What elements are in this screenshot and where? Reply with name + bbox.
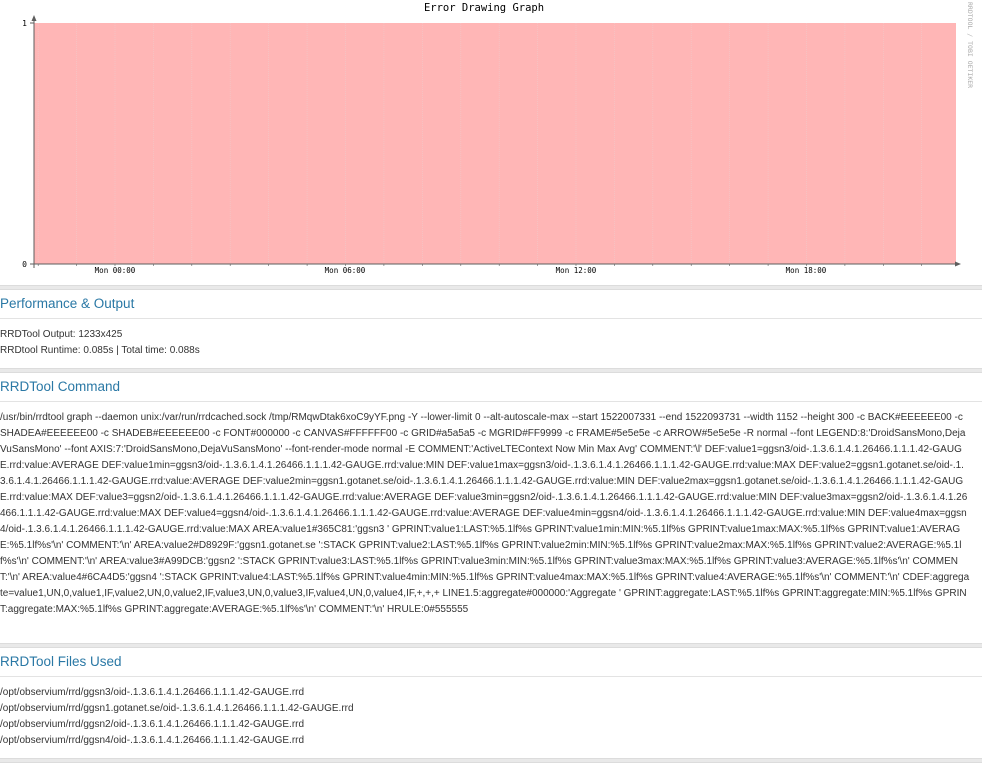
rrdtool-command-text: /usr/bin/rrdtool graph --daemon unix:/va… bbox=[0, 412, 970, 615]
files-header: RRDTool Files Used bbox=[0, 648, 982, 677]
y-axis-arrow-icon bbox=[31, 15, 37, 21]
command-title: RRDTool Command bbox=[0, 379, 121, 394]
x-tick-label: Mon 12:00 bbox=[556, 266, 597, 275]
rrdtool-runtime: RRDtool Runtime: 0.085s | Total time: 0.… bbox=[0, 345, 200, 356]
x-tick-label: Mon 18:00 bbox=[786, 266, 827, 275]
performance-title: Performance & Output bbox=[0, 296, 135, 311]
error-area bbox=[34, 23, 956, 264]
file-item: /opt/observium/rrd/ggsn1.gotanet.se/oid-… bbox=[0, 703, 354, 714]
file-item: /opt/observium/rrd/ggsn3/oid-.1.3.6.1.4.… bbox=[0, 687, 305, 698]
y-tick-label: 0 bbox=[22, 260, 27, 269]
section-separator bbox=[0, 758, 982, 763]
error-graph: Error Drawing Graph 1 0 Mon 00:00 Mon 06… bbox=[22, 2, 974, 275]
y-tick-label: 1 bbox=[22, 19, 27, 28]
performance-body: RRDTool Output: 1233x425 RRDtool Runtime… bbox=[0, 327, 982, 359]
x-tick-label: Mon 00:00 bbox=[95, 266, 136, 275]
graph-title: Error Drawing Graph bbox=[424, 2, 544, 14]
files-list: /opt/observium/rrd/ggsn3/oid-.1.3.6.1.4.… bbox=[0, 685, 982, 749]
file-item: /opt/observium/rrd/ggsn2/oid-.1.3.6.1.4.… bbox=[0, 719, 305, 730]
rrdtool-output: RRDTool Output: 1233x425 bbox=[0, 329, 123, 340]
rrdtool-watermark: RRDTOOL / TOBI OETIKER bbox=[966, 2, 974, 88]
graph-image: Error Drawing Graph 1 0 Mon 00:00 Mon 06… bbox=[0, 0, 982, 284]
file-item: /opt/observium/rrd/ggsn4/oid-.1.3.6.1.4.… bbox=[0, 735, 305, 746]
x-tick-label: Mon 06:00 bbox=[325, 266, 366, 275]
performance-header: Performance & Output bbox=[0, 290, 982, 319]
x-axis-arrow-icon bbox=[955, 261, 961, 267]
files-title: RRDTool Files Used bbox=[0, 654, 122, 669]
command-header: RRDTool Command bbox=[0, 373, 982, 402]
